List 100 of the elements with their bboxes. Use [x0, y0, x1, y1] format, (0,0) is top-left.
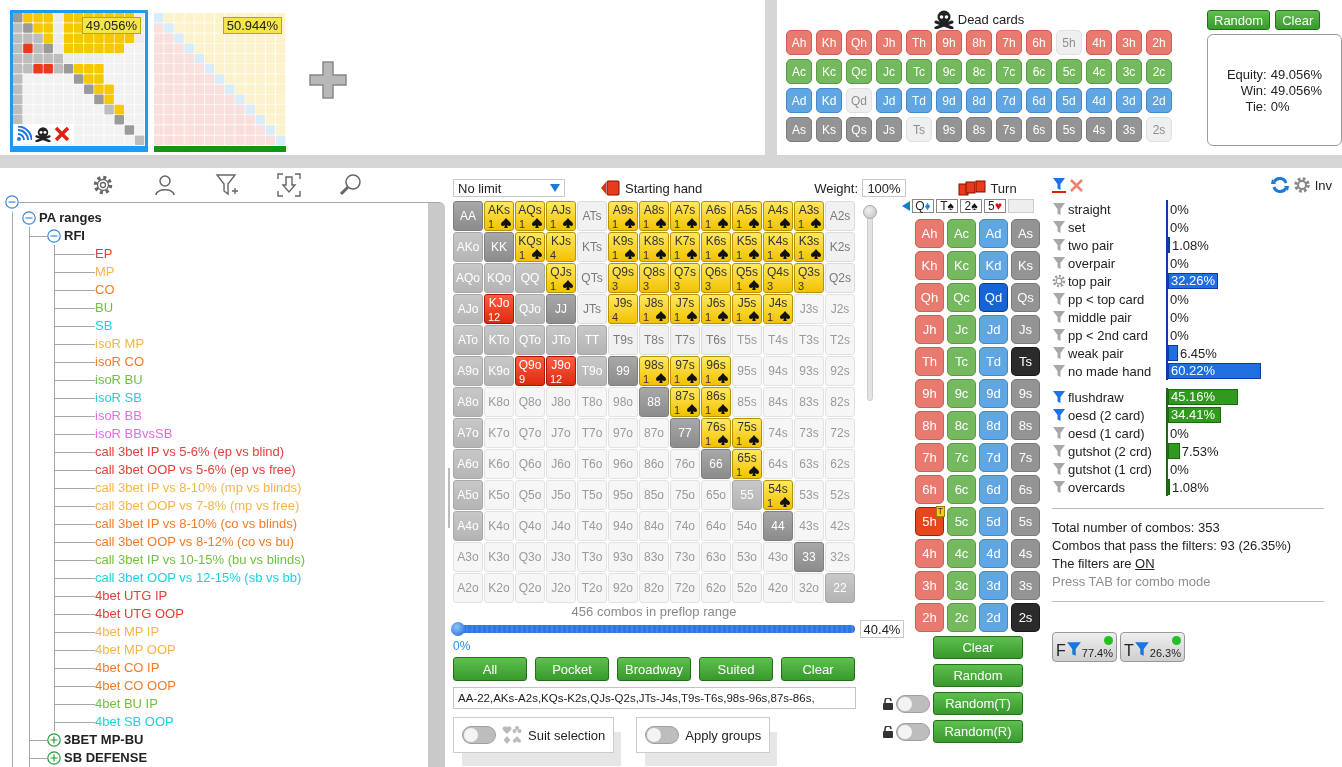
hand-cell[interactable]: T6o [577, 449, 607, 479]
board-card-button[interactable]: Jd [979, 315, 1008, 344]
hand-cell[interactable]: Q5s 1 [732, 263, 762, 293]
dead-card[interactable]: Kh [816, 30, 842, 55]
hand-cell[interactable]: Q8s 3 [639, 263, 669, 293]
hand-cell[interactable]: Q9s 3 [608, 263, 638, 293]
hand-cell[interactable]: ATo [453, 325, 483, 355]
hand-cell[interactable]: A8s 1 [639, 201, 669, 231]
dead-card[interactable]: 9c [936, 59, 962, 84]
hand-cell[interactable]: K3o [484, 542, 514, 572]
board-card-button[interactable]: Tc [947, 347, 976, 376]
board-card-button[interactable]: 8d [979, 411, 1008, 440]
hand-cell[interactable]: J6s 1 [701, 294, 731, 324]
hand-cell[interactable]: Q9o 9 [515, 356, 545, 386]
dead-card[interactable]: 4c [1086, 59, 1112, 84]
board-card-button[interactable]: 8c [947, 411, 976, 440]
board-card-button[interactable]: Ac [947, 219, 976, 248]
add-icon[interactable] [308, 60, 348, 100]
hand-cell[interactable]: 52o [732, 573, 762, 603]
filter-button[interactable]: Suited [699, 657, 773, 681]
range-item[interactable]: call 3bet OOP vs 7-8% (mp vs free) [95, 497, 300, 515]
board-card-button[interactable]: 5d [979, 507, 1008, 536]
hand-cell[interactable]: A6s 1 [701, 201, 731, 231]
hand-cell[interactable]: J3s [794, 294, 824, 324]
filter-icon[interactable] [1052, 480, 1066, 494]
hand-cell[interactable]: 65s 1 [732, 449, 762, 479]
hand-cell[interactable]: A2s [825, 201, 855, 231]
hand-cell[interactable]: 75s 1 [732, 418, 762, 448]
filter-button[interactable]: All [453, 657, 527, 681]
board-card-button[interactable]: 6c [947, 475, 976, 504]
hand-cell[interactable]: AKs 1 [484, 201, 514, 231]
range-item[interactable]: call 3bet IP vs 8-10% (mp vs blinds) [95, 479, 302, 497]
hand-cell[interactable]: 72o [670, 573, 700, 603]
hand-cell[interactable]: Q6o [515, 449, 545, 479]
hand-cell[interactable]: K8o [484, 387, 514, 417]
hand-cell[interactable]: 94o [608, 511, 638, 541]
hand-cell[interactable]: 86o [639, 449, 669, 479]
dead-card[interactable]: 2c [1146, 59, 1172, 84]
hand-cell[interactable]: 83s [794, 387, 824, 417]
hand-cell[interactable]: K5o [484, 480, 514, 510]
hand-cell[interactable]: 98s 1 [639, 356, 669, 386]
signal-icon[interactable] [16, 126, 32, 142]
filter-icon[interactable] [1052, 310, 1066, 324]
hand-cell[interactable]: 84s [763, 387, 793, 417]
dead-card[interactable]: 9h [936, 30, 962, 55]
hand-cell[interactable]: 99 [608, 356, 638, 386]
hand-cell[interactable]: J5o [546, 480, 576, 510]
board-card-button[interactable]: Qd [979, 283, 1008, 312]
hand-cell[interactable]: K9o [484, 356, 514, 386]
hand-cell[interactable]: AJs 1 [546, 201, 576, 231]
filter-icon[interactable] [1052, 328, 1066, 342]
collapse-icon[interactable] [22, 211, 36, 225]
hand-cell[interactable]: KTs [577, 232, 607, 262]
dead-card[interactable]: 8d [966, 88, 992, 113]
dead-card[interactable]: 5s [1056, 117, 1082, 142]
hand-cell[interactable]: 32s [825, 542, 855, 572]
hand-cell[interactable]: K6s 1 [701, 232, 731, 262]
hand-cell[interactable]: 85s [732, 387, 762, 417]
dead-card[interactable]: 9s [936, 117, 962, 142]
hand-cell[interactable]: J4s 1 [763, 294, 793, 324]
hand-cell[interactable]: 87o [639, 418, 669, 448]
hand-cell[interactable]: 96s 1 [701, 356, 731, 386]
filter-button[interactable]: Pocket [535, 657, 609, 681]
invert-button[interactable]: Inv [1314, 177, 1332, 193]
board-card-button[interactable]: Kc [947, 251, 976, 280]
hand-cell[interactable]: 66 [701, 449, 731, 479]
dead-card[interactable]: 6s [1026, 117, 1052, 142]
hand-cell[interactable]: AQo [453, 263, 483, 293]
board-card-button[interactable]: 8s [1011, 411, 1040, 440]
hand-cell[interactable]: AA [453, 201, 483, 231]
hand-cell[interactable]: KK [484, 232, 514, 262]
board-card-button[interactable]: Ad [979, 219, 1008, 248]
range-item[interactable]: 4bet SB OOP [95, 713, 174, 731]
hand-cell[interactable]: 63o [701, 542, 731, 572]
board-card-button[interactable]: 9h [915, 379, 944, 408]
hand-cell[interactable]: J8s 1 [639, 294, 669, 324]
hand-cell[interactable]: J4o [546, 511, 576, 541]
range-item[interactable]: EP [95, 245, 113, 263]
hand-cell[interactable]: T9s [608, 325, 638, 355]
dead-card[interactable]: 6c [1026, 59, 1052, 84]
hand-cell[interactable]: 55 [732, 480, 762, 510]
hand-cell[interactable]: Q7s 3 [670, 263, 700, 293]
range-item[interactable]: 4bet CO OOP [95, 677, 176, 695]
hand-cell[interactable]: T5o [577, 480, 607, 510]
range-folder[interactable]: PA ranges [39, 209, 102, 227]
hand-cell[interactable]: 64s [763, 449, 793, 479]
hand-cell[interactable]: JTo [546, 325, 576, 355]
hand-cell[interactable]: 92o [608, 573, 638, 603]
board-card-button[interactable]: Kh [915, 251, 944, 280]
toggle-switch[interactable] [462, 726, 496, 744]
range-item[interactable]: call 3bet IP vs 8-10% (co vs blinds) [95, 515, 298, 533]
hand-cell[interactable]: T2s [825, 325, 855, 355]
board-card-button[interactable]: 3s [1011, 571, 1040, 600]
hand-cell[interactable]: KJs 4 [546, 232, 576, 262]
board-card-button[interactable]: 7c [947, 443, 976, 472]
range-item[interactable]: call 3bet IP vs 5-6% (ep vs blind) [95, 443, 285, 461]
filter-icon[interactable] [1052, 202, 1066, 216]
hand-cell[interactable]: K7o [484, 418, 514, 448]
hand-cell[interactable]: 93o [608, 542, 638, 572]
hand-cell[interactable]: K7s 1 [670, 232, 700, 262]
